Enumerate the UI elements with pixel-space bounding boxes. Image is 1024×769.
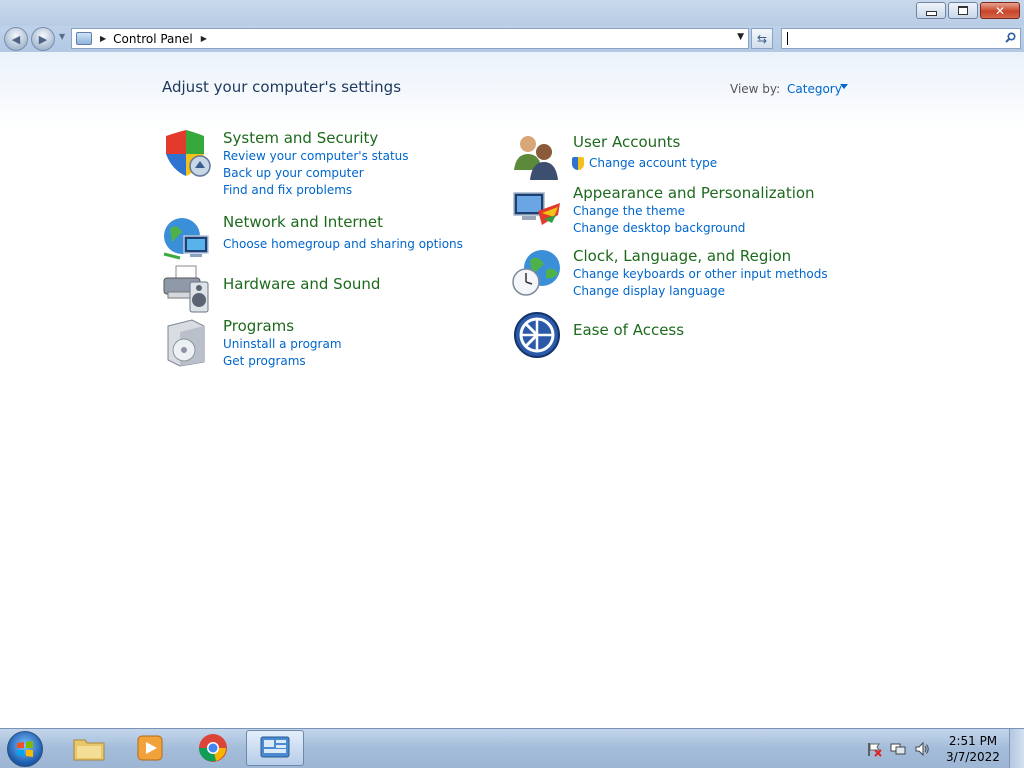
taskbar-media-player[interactable] [121,730,179,766]
category-title[interactable]: Programs [223,317,294,335]
close-icon: ✕ [994,3,1006,18]
start-button[interactable] [7,731,43,767]
breadcrumb-chevron-icon[interactable]: ▶ [100,34,106,43]
ease-of-access-icon[interactable] [512,310,562,360]
text-caret [787,32,788,45]
navigation-bar: ◀ ▶ ▼ ▶ Control Panel ▶ ▼ ⇆ [0,26,1024,52]
address-bar[interactable]: ▶ Control Panel ▶ ▼ [71,28,749,49]
link-find-fix-problems[interactable]: Find and fix problems [223,183,352,197]
security-shield-icon[interactable] [162,130,212,180]
refresh-button[interactable]: ⇆ [751,28,773,49]
chrome-icon [199,734,227,762]
view-by-label: View by: [730,82,781,96]
view-by-chevron-down-icon[interactable] [840,84,848,89]
minimize-button[interactable] [916,2,946,19]
restore-icon [958,6,968,15]
link-change-theme[interactable]: Change the theme [573,204,685,218]
network-icon[interactable] [890,741,906,757]
show-desktop-button[interactable] [1009,729,1024,768]
address-dropdown-icon[interactable]: ▼ [737,32,744,42]
caption-buttons: ✕ [916,2,1020,19]
link-uninstall-program[interactable]: Uninstall a program [223,337,342,351]
printer-speaker-icon[interactable] [162,264,212,314]
file-explorer-icon [73,739,105,761]
appearance-monitor-icon[interactable] [512,185,562,235]
taskbar-chrome[interactable] [184,730,242,766]
programs-box-icon[interactable] [162,318,212,368]
link-change-desktop-background[interactable]: Change desktop background [573,221,745,235]
category-title[interactable]: System and Security [223,129,378,147]
forward-arrow-icon: ▶ [38,32,48,46]
restore-button[interactable] [948,2,978,19]
title-bar: ✕ [0,0,1024,26]
uac-shield-icon [572,157,584,170]
link-review-status[interactable]: Review your computer's status [223,149,409,163]
volume-icon[interactable] [914,741,930,757]
clock-time: 2:51 PM [948,734,998,748]
link-back-up[interactable]: Back up your computer [223,166,364,180]
link-homegroup-sharing[interactable]: Choose homegroup and sharing options [223,237,463,251]
refresh-icon: ⇆ [756,31,768,46]
media-player-icon [137,735,163,761]
recent-pages-dropdown[interactable]: ▼ [59,32,65,41]
link-change-display-language[interactable]: Change display language [573,284,725,298]
forward-button[interactable]: ▶ [31,27,55,51]
control-panel-small-icon [76,32,92,45]
action-center-flag-icon[interactable] [866,741,882,757]
search-input[interactable] [781,28,1021,49]
breadcrumb-control-panel[interactable]: Control Panel [113,32,193,46]
taskbar: 2:51 PM 3/7/2022 [0,728,1024,768]
search-icon[interactable] [1005,32,1016,43]
breadcrumb-chevron-icon[interactable]: ▶ [201,34,207,43]
category-title[interactable]: Network and Internet [223,213,383,231]
minimize-icon [925,11,937,16]
network-globe-icon[interactable] [162,214,212,264]
category-title[interactable]: Clock, Language, and Region [573,247,791,265]
taskbar-file-explorer[interactable] [60,730,118,766]
clock-globe-icon[interactable] [512,248,562,298]
category-title[interactable]: Hardware and Sound [223,275,380,293]
page-title: Adjust your computer's settings [162,78,402,96]
system-tray [866,741,930,757]
taskbar-clock[interactable]: 2:51 PM 3/7/2022 [940,733,1006,765]
control-panel-icon [260,736,290,758]
view-by-dropdown[interactable]: Category [787,82,842,96]
user-accounts-icon[interactable] [512,132,562,182]
link-change-keyboards[interactable]: Change keyboards or other input methods [573,267,828,281]
link-get-programs[interactable]: Get programs [223,354,306,368]
back-button[interactable]: ◀ [4,27,28,51]
back-arrow-icon: ◀ [11,32,21,46]
category-title[interactable]: User Accounts [573,133,680,151]
taskbar-control-panel[interactable] [246,730,304,766]
control-panel-content: Adjust your computer's settings View by:… [0,52,1024,728]
clock-date: 3/7/2022 [946,750,1000,764]
close-button[interactable]: ✕ [980,2,1020,19]
windows-logo-icon [17,741,33,757]
category-title[interactable]: Ease of Access [573,321,684,339]
category-title[interactable]: Appearance and Personalization [573,184,815,202]
link-change-account-type[interactable]: Change account type [589,156,717,170]
